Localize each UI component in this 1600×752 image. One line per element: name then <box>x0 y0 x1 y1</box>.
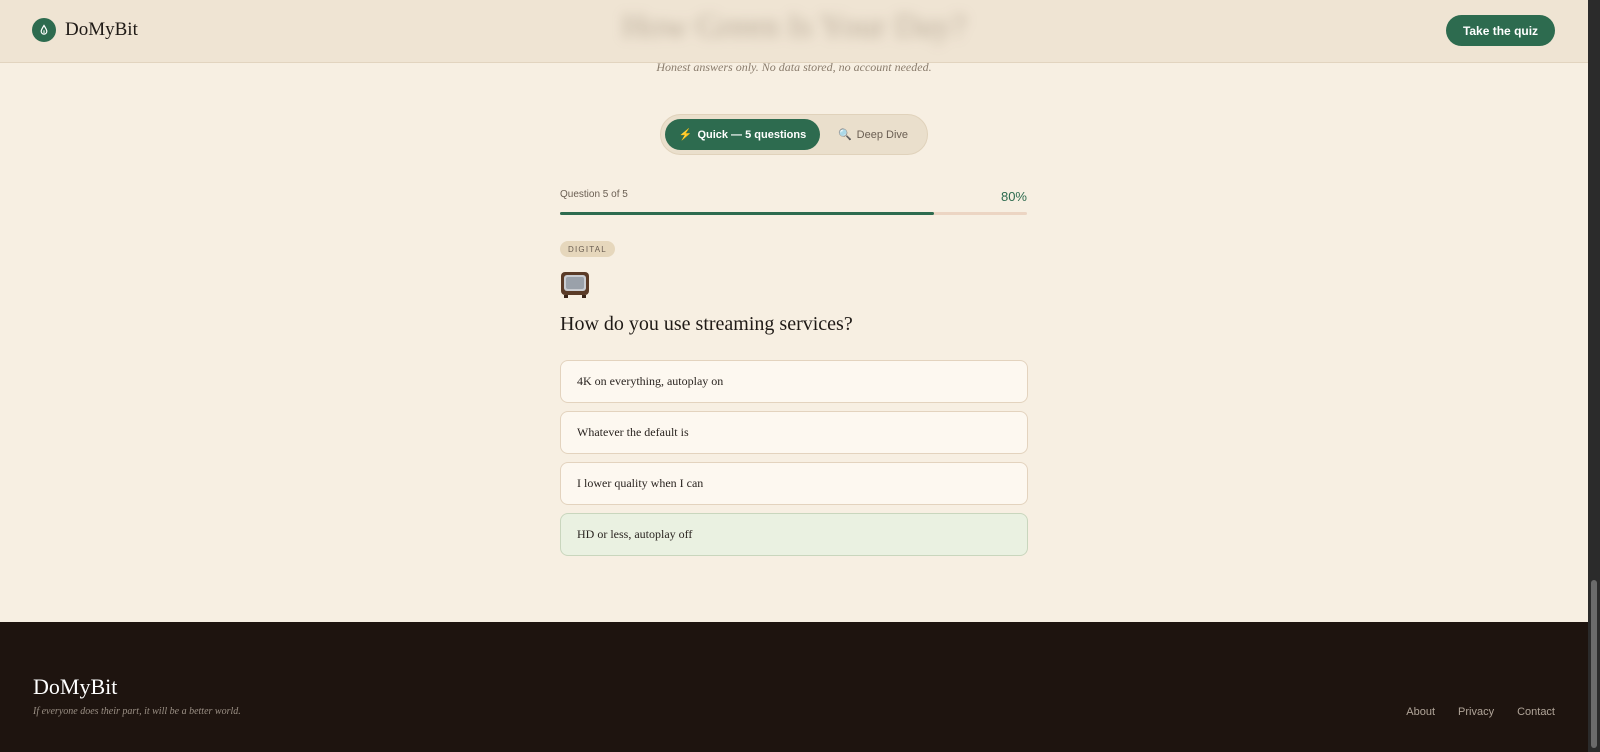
lightning-icon: ⚡ <box>678 129 693 141</box>
question-text: How do you use streaming services? <box>560 313 853 335</box>
footer-link-contact[interactable]: Contact <box>1517 706 1555 718</box>
answer-option-4[interactable]: HD or less, autoplay off <box>560 513 1028 556</box>
footer-links: About Privacy Contact <box>1406 706 1555 718</box>
tv-icon <box>560 270 590 300</box>
footer-link-about[interactable]: About <box>1406 706 1435 718</box>
answer-option-2[interactable]: Whatever the default is <box>560 411 1028 454</box>
vertical-scrollbar[interactable] <box>1588 0 1600 752</box>
quick-mode-option[interactable]: ⚡ Quick — 5 questions <box>665 119 820 150</box>
footer: DoMyBit If everyone does their part, it … <box>0 622 1588 752</box>
take-quiz-button[interactable]: Take the quiz <box>1446 15 1555 46</box>
scrollbar-thumb[interactable] <box>1591 580 1597 748</box>
brand-logo[interactable]: DoMyBit <box>32 18 138 42</box>
footer-tagline: If everyone does their part, it will be … <box>33 706 241 717</box>
top-nav-bar: How Green Is Your Day? DoMyBit Take the … <box>0 0 1588 63</box>
brand-name: DoMyBit <box>65 19 138 40</box>
progress-bar <box>560 212 1027 215</box>
page-title-blurred: How Green Is Your Day? <box>621 8 967 45</box>
quiz-mode-toggle: ⚡ Quick — 5 questions 🔍 Deep Dive <box>660 114 928 155</box>
question-counter: Question 5 of 5 <box>560 189 628 200</box>
subtitle: Honest answers only. No data stored, no … <box>656 60 932 74</box>
quick-mode-label: Quick — 5 questions <box>697 128 807 141</box>
magnifier-icon: 🔍 <box>837 129 852 141</box>
page: How Green Is Your Day? DoMyBit Take the … <box>0 0 1588 752</box>
progress-percent: 80% <box>1000 189 1027 204</box>
deep-dive-mode-option[interactable]: 🔍 Deep Dive <box>821 119 925 150</box>
deep-dive-label: Deep Dive <box>856 128 909 141</box>
footer-link-privacy[interactable]: Privacy <box>1458 706 1494 718</box>
answer-option-3[interactable]: I lower quality when I can <box>560 462 1028 505</box>
leaf-drop-icon <box>32 18 56 42</box>
progress-bar-fill <box>560 212 934 215</box>
footer-brand: DoMyBit <box>33 674 118 699</box>
category-badge: DIGITAL <box>560 241 615 257</box>
answer-option-1[interactable]: 4K on everything, autoplay on <box>560 360 1028 403</box>
